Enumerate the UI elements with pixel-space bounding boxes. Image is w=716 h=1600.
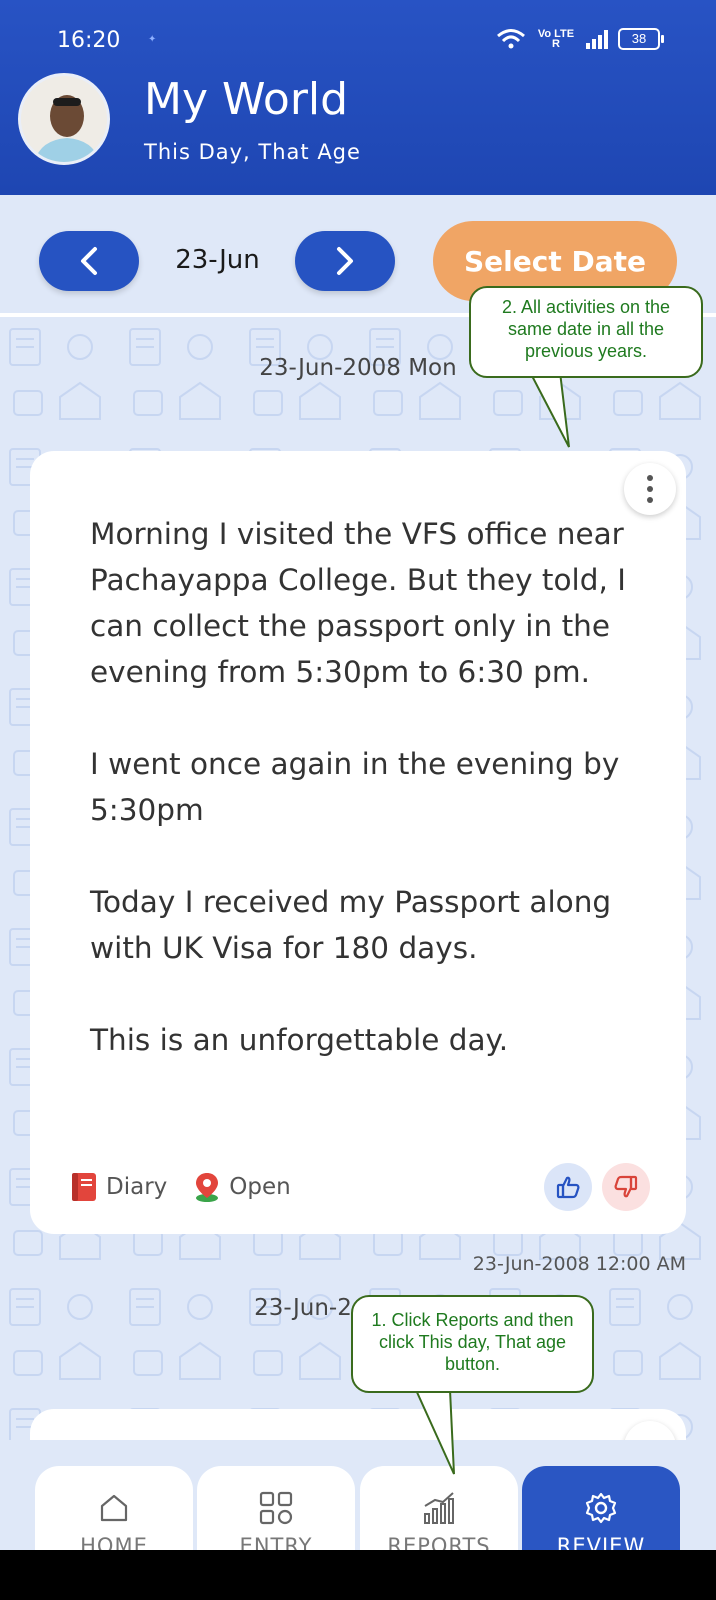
diary-entry-card[interactable]: Morning I visited the VFS office near Pa… xyxy=(30,451,686,1234)
battery-icon: 38 xyxy=(618,28,664,50)
entry-timestamp: 23-Jun-2008 12:00 AM xyxy=(472,1253,686,1275)
entries-feed[interactable]: 23-Jun-2008 Mon Morning I visited the VF… xyxy=(0,317,716,1440)
callout-bottom-tail xyxy=(415,1388,455,1475)
chevron-right-icon xyxy=(337,247,353,275)
app-title: My World xyxy=(144,74,349,125)
callout-top-tail xyxy=(529,370,570,448)
entry-paragraph: Today I received my Passport along with … xyxy=(90,885,612,965)
system-navigation-bar xyxy=(0,1550,716,1600)
more-dot xyxy=(647,497,653,503)
chevron-left-icon xyxy=(81,247,97,275)
entry-paragraph: Morning I visited the VFS office near Pa… xyxy=(90,517,626,689)
avatar-photo xyxy=(21,76,107,162)
status-time: 16:20 xyxy=(57,28,121,53)
more-options-button[interactable] xyxy=(624,1421,676,1440)
annotation-callout-top: 2. All activities on the same date in al… xyxy=(469,286,703,378)
entry-paragraph: This is an unforgettable day. xyxy=(90,1023,509,1057)
entry-visibility-label: Open xyxy=(229,1174,291,1200)
entry-visibility-tag: Open xyxy=(193,1171,291,1203)
entry-date-heading-text: 23-Jun-2 xyxy=(254,1295,352,1321)
network-label: Vo LTE R xyxy=(537,28,575,50)
bar-chart-icon xyxy=(424,1492,454,1524)
entry-type-label: Diary xyxy=(106,1174,168,1200)
like-button[interactable] xyxy=(544,1163,592,1211)
thumbs-down-icon xyxy=(614,1175,638,1198)
entry-text: Morning I visited the VFS office near Pa… xyxy=(90,511,650,1109)
diary-entry-card[interactable] xyxy=(30,1409,686,1440)
location-pin-icon xyxy=(196,1173,219,1202)
annotation-callout-bottom: 1. Click Reports and then click This day… xyxy=(351,1295,594,1393)
next-date-button[interactable] xyxy=(295,231,395,291)
thumbs-up-icon xyxy=(556,1176,580,1199)
entry-footer: Diary Open xyxy=(70,1162,650,1212)
more-options-button[interactable] xyxy=(624,463,676,515)
app-subtitle: This Day, That Age xyxy=(144,140,361,164)
current-date-label: 23-Jun xyxy=(175,245,260,275)
previous-date-button[interactable] xyxy=(39,231,139,291)
more-dot xyxy=(647,486,653,492)
dislike-button[interactable] xyxy=(602,1163,650,1211)
bottom-navigation: HOME ENTRY REPORTS REVIEW xyxy=(0,1440,716,1566)
home-icon xyxy=(100,1494,128,1522)
grid-icon xyxy=(259,1491,293,1525)
entry-paragraph: I went once again in the evening by 5:30… xyxy=(90,747,620,827)
more-dot xyxy=(647,475,653,481)
notification-dot-icon: ✦ xyxy=(148,34,157,45)
signal-icon xyxy=(586,29,608,49)
entry-type-tag: Diary xyxy=(70,1171,167,1203)
gear-icon xyxy=(585,1492,617,1524)
diary-book-icon xyxy=(72,1173,96,1201)
wifi-icon xyxy=(497,29,525,49)
app-header: 16:20 ✦ Vo LTE R 38 My World This Day, T… xyxy=(0,0,716,195)
avatar[interactable] xyxy=(18,73,110,165)
status-icons: Vo LTE R 38 xyxy=(496,28,664,50)
